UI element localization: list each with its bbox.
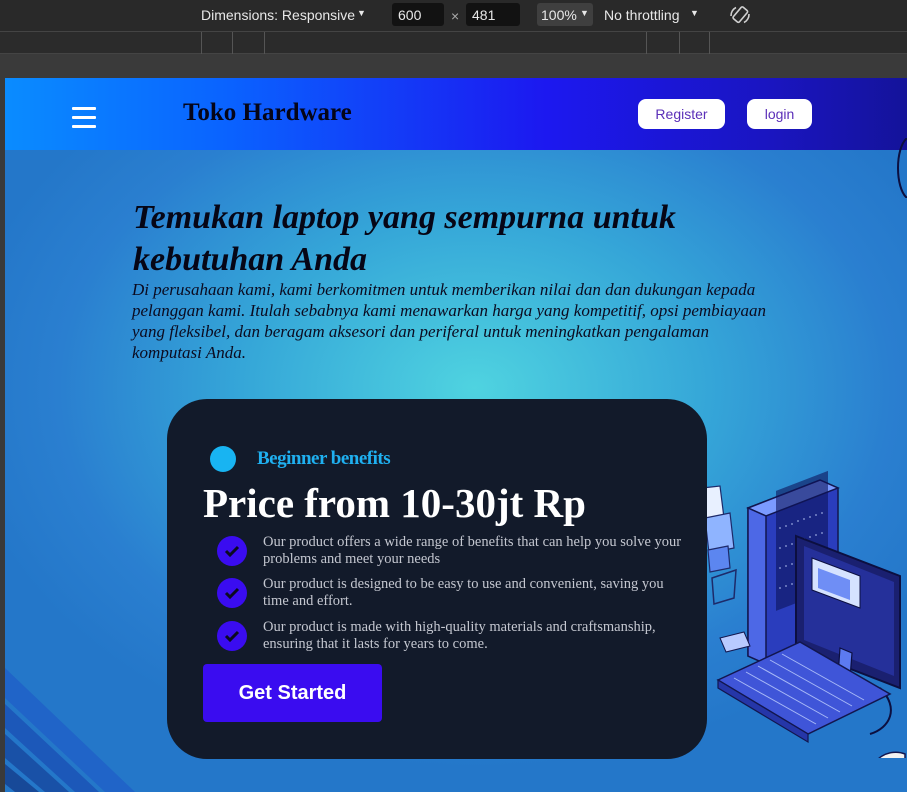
zoom-value: 100%: [541, 7, 577, 23]
navbar: Toko Hardware Register login: [5, 78, 907, 150]
brand-title: Toko Hardware: [183, 99, 352, 126]
check-icon: [217, 536, 247, 566]
dimensions-caret-icon[interactable]: ▼: [357, 8, 366, 18]
feature-text: Our product is made with high-quality ma…: [263, 619, 656, 652]
login-button[interactable]: login: [747, 99, 812, 129]
width-input[interactable]: 600: [392, 3, 444, 26]
get-started-button[interactable]: Get Started: [203, 664, 382, 722]
decorative-stripes: [5, 668, 135, 792]
partial-circle-decoration: [897, 138, 907, 198]
computer-illustration: [701, 470, 906, 758]
rotate-icon[interactable]: [728, 4, 752, 26]
pricing-card: Beginner benefits Price from 10-30jt Rp …: [167, 399, 707, 759]
zoom-caret-icon: ▼: [580, 8, 589, 18]
badge-dot-icon: [210, 446, 236, 472]
zoom-dropdown[interactable]: 100% ▼: [537, 3, 593, 26]
dimensions-dropdown[interactable]: Dimensions: Responsive: [201, 7, 355, 23]
hero-title: Temukan laptop yang sempurna untuk kebut…: [133, 199, 676, 278]
height-input[interactable]: 481: [466, 3, 520, 26]
register-button[interactable]: Register: [638, 99, 725, 129]
price-heading: Price from 10-30jt Rp: [203, 480, 586, 526]
page-viewport: Toko Hardware Register login Temukan lap…: [5, 78, 907, 792]
devtools-toolbar: Dimensions: Responsive ▼ 600 × 481 100% …: [0, 0, 907, 31]
device-gutter: [0, 55, 907, 78]
menu-icon[interactable]: [72, 107, 96, 129]
throttling-dropdown[interactable]: No throttling: [604, 7, 679, 23]
hero-description: Di perusahaan kami, kami berkomitmen unt…: [132, 280, 766, 362]
throttling-caret-icon[interactable]: ▼: [690, 8, 699, 18]
feature-text: Our product offers a wide range of benef…: [263, 534, 682, 567]
badge-label: Beginner benefits: [257, 448, 391, 469]
check-icon: [217, 621, 247, 651]
times-sign: ×: [451, 8, 460, 24]
media-query-ruler[interactable]: [0, 31, 907, 54]
feature-text: Our product is designed to be easy to us…: [263, 576, 664, 609]
check-icon: [217, 578, 247, 608]
